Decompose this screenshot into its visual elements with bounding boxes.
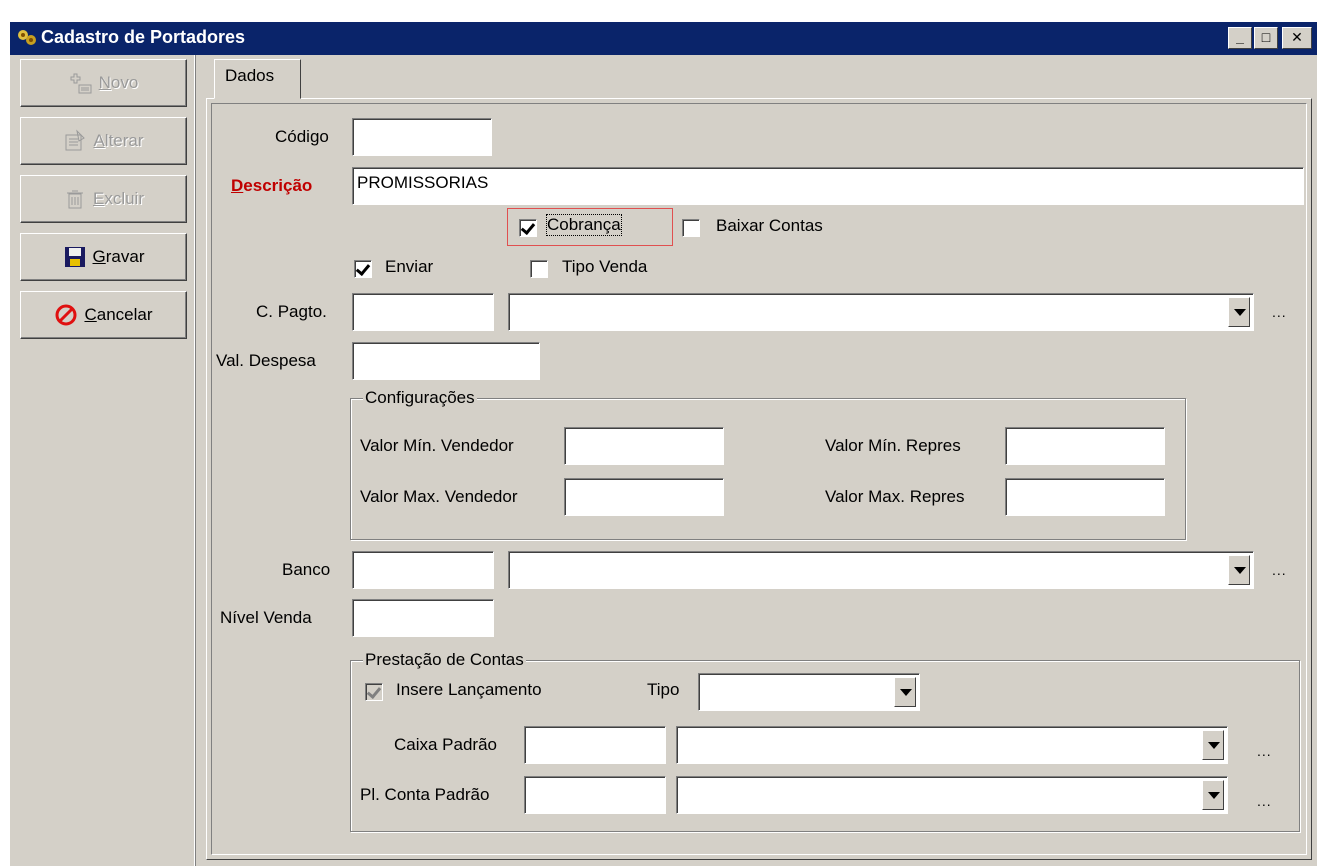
prestacao-title: Prestação de Contas bbox=[363, 650, 526, 670]
banco-label: Banco bbox=[282, 560, 331, 579]
baixar-contas-checkbox[interactable] bbox=[682, 219, 700, 237]
minimize-button[interactable]: _ bbox=[1228, 27, 1252, 49]
form-panel: Código Descrição PROMISSORIAS Cobrança B… bbox=[211, 103, 1307, 855]
pl-conta-padrao-lookup-button[interactable]: ... bbox=[1257, 793, 1272, 809]
banco-lookup-button[interactable]: ... bbox=[1272, 562, 1287, 578]
descricao-label: Descrição bbox=[231, 176, 313, 195]
caixa-padrao-label: Caixa Padrão bbox=[394, 735, 498, 754]
insere-lancamento-label[interactable]: Insere Lançamento bbox=[396, 680, 542, 700]
valor-max-repres-input[interactable] bbox=[1005, 478, 1165, 516]
banco-code-input[interactable] bbox=[352, 551, 494, 589]
novo-label: Novo bbox=[98, 73, 139, 92]
content-area: Dados Código Descrição PROMISSORIAS Cobr… bbox=[202, 55, 1317, 866]
tipo-select[interactable] bbox=[698, 673, 920, 711]
pl-conta-padrao-select[interactable] bbox=[676, 776, 1228, 814]
enviar-checkbox[interactable] bbox=[354, 260, 372, 278]
edit-record-icon bbox=[65, 129, 86, 151]
excluir-button[interactable]: Excluir bbox=[20, 175, 187, 223]
new-record-icon bbox=[70, 73, 92, 94]
alterar-button[interactable]: Alterar bbox=[20, 117, 187, 165]
cobranca-label[interactable]: Cobrança bbox=[546, 214, 622, 236]
tab-dados[interactable]: Dados bbox=[214, 59, 301, 99]
alterar-label: Alterar bbox=[93, 131, 144, 150]
prestacao-group: Prestação de Contas Insere Lançamento Ti… bbox=[350, 650, 1300, 832]
valor-min-repres-label: Valor Mín. Repres bbox=[825, 436, 961, 455]
banco-dropdown-icon[interactable] bbox=[1228, 555, 1250, 585]
caixa-padrao-select[interactable] bbox=[676, 726, 1228, 764]
pl-conta-padrao-code-input[interactable] bbox=[524, 776, 666, 814]
cancel-circle-icon bbox=[55, 304, 77, 326]
valor-max-repres-label: Valor Max. Repres bbox=[825, 487, 965, 506]
maximize-button[interactable]: □ bbox=[1254, 27, 1278, 49]
valor-max-vendedor-label: Valor Max. Vendedor bbox=[360, 487, 518, 506]
c-pagto-code-input[interactable] bbox=[352, 293, 494, 331]
valor-max-vendedor-input[interactable] bbox=[564, 478, 724, 516]
baixar-contas-label[interactable]: Baixar Contas bbox=[716, 216, 823, 236]
window-title: Cadastro de Portadores bbox=[41, 27, 246, 47]
valor-min-repres-input[interactable] bbox=[1005, 427, 1165, 465]
banco-select[interactable] bbox=[508, 551, 1254, 589]
valor-min-vendedor-input[interactable] bbox=[564, 427, 724, 465]
valor-min-vendedor-label: Valor Mín. Vendedor bbox=[360, 436, 514, 455]
val-despesa-label: Val. Despesa bbox=[216, 351, 316, 370]
portadores-window: Cadastro de Portadores _ □ ✕ Novo Altera… bbox=[10, 22, 1317, 866]
c-pagto-label: C. Pagto. bbox=[256, 302, 327, 321]
trash-icon bbox=[66, 190, 83, 209]
tipo-venda-label[interactable]: Tipo Venda bbox=[562, 257, 647, 277]
configuracoes-group: Configurações Valor Mín. Vendedor Valor … bbox=[350, 388, 1186, 540]
tipo-label: Tipo bbox=[647, 680, 680, 699]
pl-conta-padrao-dropdown-icon[interactable] bbox=[1202, 780, 1224, 810]
enviar-label[interactable]: Enviar bbox=[385, 257, 433, 277]
descricao-input[interactable]: PROMISSORIAS bbox=[352, 167, 1304, 205]
tab-page-dados: Código Descrição PROMISSORIAS Cobrança B… bbox=[206, 98, 1312, 860]
title-bar[interactable]: Cadastro de Portadores _ □ ✕ bbox=[10, 22, 1317, 55]
caixa-padrao-dropdown-icon[interactable] bbox=[1202, 730, 1224, 760]
excluir-label: Excluir bbox=[92, 189, 144, 208]
insere-lancamento-checkbox[interactable] bbox=[365, 683, 383, 701]
c-pagto-lookup-button[interactable]: ... bbox=[1272, 304, 1287, 320]
app-icon bbox=[18, 30, 36, 45]
nivel-venda-input[interactable] bbox=[352, 599, 494, 637]
cancelar-button[interactable]: Cancelar bbox=[20, 291, 187, 339]
tipo-dropdown-icon[interactable] bbox=[894, 677, 916, 707]
cobranca-checkbox[interactable] bbox=[519, 219, 537, 237]
floppy-disk-icon bbox=[64, 247, 85, 267]
val-despesa-input[interactable] bbox=[352, 342, 540, 380]
gravar-button[interactable]: Gravar bbox=[20, 233, 187, 281]
pl-conta-padrao-label: Pl. Conta Padrão bbox=[360, 785, 490, 804]
codigo-label: Código bbox=[275, 127, 329, 146]
c-pagto-select[interactable] bbox=[508, 293, 1254, 331]
caixa-padrao-code-input[interactable] bbox=[524, 726, 666, 764]
gravar-label: Gravar bbox=[92, 247, 145, 266]
action-panel: Novo Alterar Excluir Gravar Cancelar bbox=[10, 55, 196, 866]
tipo-venda-checkbox[interactable] bbox=[530, 260, 548, 278]
cancelar-label: Cancelar bbox=[84, 305, 153, 324]
close-button[interactable]: ✕ bbox=[1282, 27, 1312, 49]
codigo-input[interactable] bbox=[352, 118, 492, 156]
c-pagto-dropdown-icon[interactable] bbox=[1228, 297, 1250, 327]
caixa-padrao-lookup-button[interactable]: ... bbox=[1257, 743, 1272, 759]
novo-button[interactable]: Novo bbox=[20, 59, 187, 107]
configuracoes-title: Configurações bbox=[363, 388, 477, 408]
nivel-venda-label: Nível Venda bbox=[220, 608, 312, 627]
